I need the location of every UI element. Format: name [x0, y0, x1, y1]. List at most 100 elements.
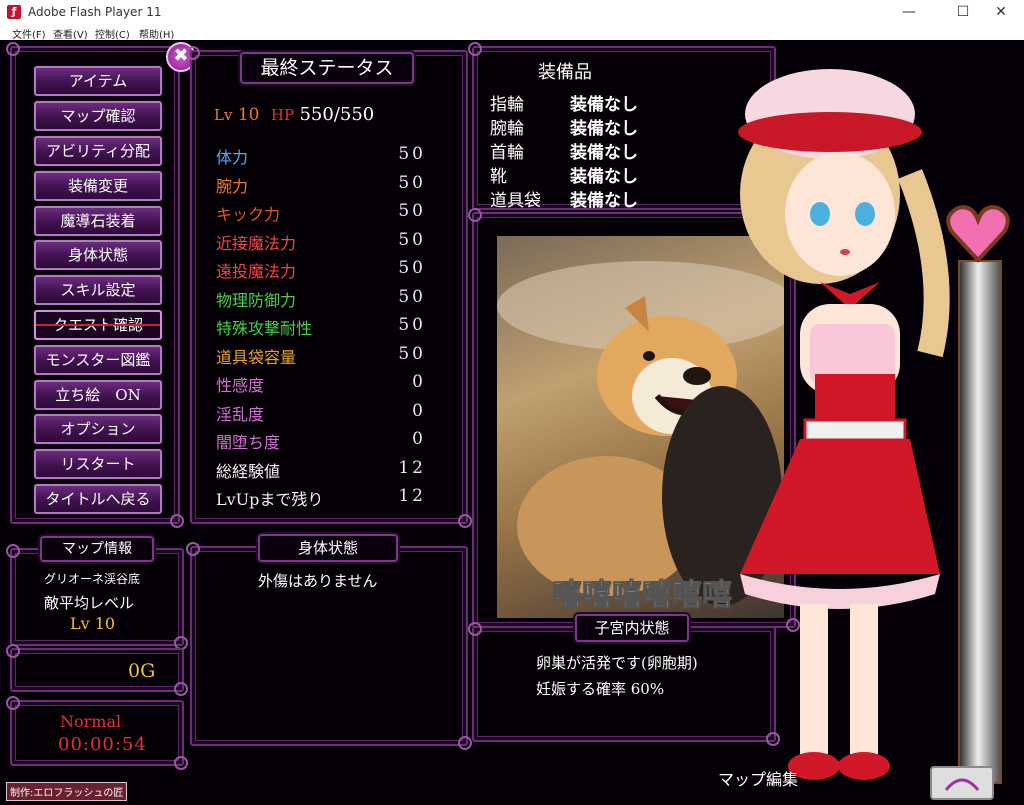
- stat-row: LvUpまで残り 12: [216, 484, 430, 510]
- stat-value: 50: [398, 258, 426, 278]
- menu-item-items[interactable]: アイテム: [34, 66, 162, 96]
- hp-label: HP: [270, 106, 295, 124]
- stat-label: 近接魔法力: [216, 233, 297, 253]
- stat-label: 体力: [216, 148, 249, 167]
- stat-value: 50: [398, 229, 426, 250]
- stat-label: 腕力: [216, 176, 249, 196]
- stat-label: 総経験値: [216, 461, 281, 481]
- equipment-value: 装備なし: [570, 191, 638, 211]
- hp-value: 550/550: [299, 104, 375, 125]
- menu-item-options[interactable]: オプション: [34, 414, 162, 444]
- menu-item-body-state[interactable]: 身体状態: [34, 240, 162, 270]
- status-header: 最終ステータス: [240, 52, 414, 84]
- stat-row: 闇堕ち度 0: [216, 427, 430, 453]
- menubar: 文件(F) 查看(V) 控制(C) 帮助(H): [0, 24, 1024, 41]
- equipment-row: 靴 装備なし: [490, 162, 690, 187]
- stat-value: 50: [398, 343, 426, 364]
- equipment-value: 装備なし: [570, 167, 638, 187]
- stat-label: 淫乱度: [216, 404, 265, 424]
- stat-row: 道具袋容量 50: [216, 342, 430, 368]
- equipment-row: 道具袋 装備なし: [490, 186, 690, 211]
- minimize-button[interactable]: —: [886, 0, 932, 24]
- menu-item-title[interactable]: タイトルへ戻る: [34, 484, 162, 514]
- stat-value: 12: [398, 457, 426, 478]
- menu-file[interactable]: 文件(F): [12, 26, 46, 41]
- menu-item-portrait-toggle[interactable]: 立ち絵 ON: [34, 380, 162, 410]
- window-titlebar: ƒ Adobe Flash Player 11 — ☐ ✕: [0, 0, 1024, 24]
- menu-view[interactable]: 查看(V): [53, 26, 88, 41]
- map-edit-link[interactable]: マップ編集: [718, 766, 798, 790]
- menu-item-map[interactable]: マップ確認: [34, 101, 162, 131]
- stat-value: 50: [398, 172, 426, 193]
- menu-item-ability[interactable]: アビリティ分配: [34, 136, 162, 166]
- stat-row: 淫乱度 0: [216, 399, 430, 425]
- lv-value: 10: [237, 105, 260, 125]
- menu-item-equipment[interactable]: 装備変更: [34, 171, 162, 201]
- equipment-row: 指輪 装備なし: [490, 90, 690, 115]
- enemy-level-value: Lv 10: [70, 614, 116, 633]
- equipment-row: 首輪 装備なし: [490, 138, 690, 163]
- stat-label: キック力: [216, 205, 281, 224]
- stat-row: 腕力 50: [216, 171, 430, 197]
- stat-value: 50: [398, 286, 426, 307]
- menu-item-skills[interactable]: スキル設定: [34, 275, 162, 305]
- difficulty-label: Normal: [60, 712, 122, 731]
- menu-help[interactable]: 帮助(H): [139, 26, 174, 41]
- lust-gauge-pillar: [958, 260, 1002, 784]
- stat-row: 近接魔法力 50: [216, 228, 430, 254]
- equipment-slot: 首輪: [490, 143, 524, 163]
- heart-gauge-icon: [944, 200, 1012, 268]
- character-portrait: [738, 69, 950, 780]
- stat-row: 特殊攻撃耐性 50: [216, 313, 430, 339]
- menu-item-quest[interactable]: クエスト確認: [34, 310, 162, 340]
- gold-value: 0G: [128, 660, 156, 682]
- gold-frame: [6, 644, 188, 696]
- uterus-line-1: 卵巣が活発です(卵胞期): [536, 654, 698, 672]
- equipment-value: 装備なし: [570, 143, 638, 163]
- time-frame: [6, 696, 188, 770]
- quest-strike-line: [36, 324, 160, 326]
- stat-row: キック力 50: [216, 199, 430, 225]
- stat-label: 道具袋容量: [216, 347, 297, 367]
- menu-item-magic-stone[interactable]: 魔導石装着: [34, 206, 162, 236]
- window-title: Adobe Flash Player 11: [28, 5, 162, 19]
- equipment-value: 装備なし: [570, 95, 638, 115]
- enemy-level-label: 敵平均レベル: [44, 594, 135, 612]
- stat-value: 0: [412, 400, 426, 421]
- menu-control[interactable]: 控制(C): [95, 26, 130, 41]
- uterus-header: 子宮内状態: [575, 614, 689, 642]
- equipment-value: 装備なし: [570, 119, 638, 139]
- stat-label: 遠投魔法力: [216, 262, 297, 281]
- uterus-line-2: 妊娠する確率 60%: [536, 680, 665, 698]
- credit-label[interactable]: 制作:エロフラッシュの匠: [6, 782, 128, 801]
- stat-row: 物理防御力 50: [216, 285, 430, 311]
- level-hp-line: Lv 10 HP 550/550: [214, 104, 374, 125]
- equipment-row: 腕輪 装備なし: [490, 114, 690, 139]
- stat-row: 性感度 0: [216, 370, 430, 396]
- stat-value: 0: [412, 429, 426, 449]
- play-time: 00:00:54: [58, 734, 147, 755]
- equipment-slot: 指輪: [490, 95, 524, 115]
- stat-row: 体力 50: [216, 142, 430, 168]
- stat-label: 性感度: [216, 376, 265, 395]
- map-location: グリオーネ渓谷底: [44, 572, 141, 586]
- stat-label: 物理防御力: [216, 290, 297, 310]
- stat-value: 50: [398, 315, 426, 335]
- map-info-header: マップ情報: [40, 536, 154, 562]
- lv-label: Lv: [214, 106, 233, 124]
- body-state-text: 外傷はありません: [258, 572, 378, 590]
- equipment-slot: 靴: [490, 167, 507, 187]
- body-state-header: 身体状態: [258, 534, 398, 562]
- equipment-header: 装備品: [538, 62, 592, 83]
- close-window-button[interactable]: ✕: [978, 0, 1024, 24]
- game-stage: ✖ アイテム マップ確認 アビリティ分配 装備変更 魔導石装着 身体状態 スキル…: [0, 40, 1024, 805]
- flash-player-icon: ƒ: [7, 5, 21, 19]
- menu-item-monster-book[interactable]: モンスター図鑑: [34, 345, 162, 375]
- equipment-slot: 腕輪: [490, 119, 524, 139]
- stat-label: 特殊攻撃耐性: [216, 319, 313, 338]
- portrait-toggle-button[interactable]: [930, 766, 994, 800]
- stat-value: 50: [398, 144, 426, 164]
- stat-value: 50: [398, 201, 426, 221]
- stat-label: LvUpまで残り: [216, 490, 324, 509]
- menu-item-restart[interactable]: リスタート: [34, 449, 162, 479]
